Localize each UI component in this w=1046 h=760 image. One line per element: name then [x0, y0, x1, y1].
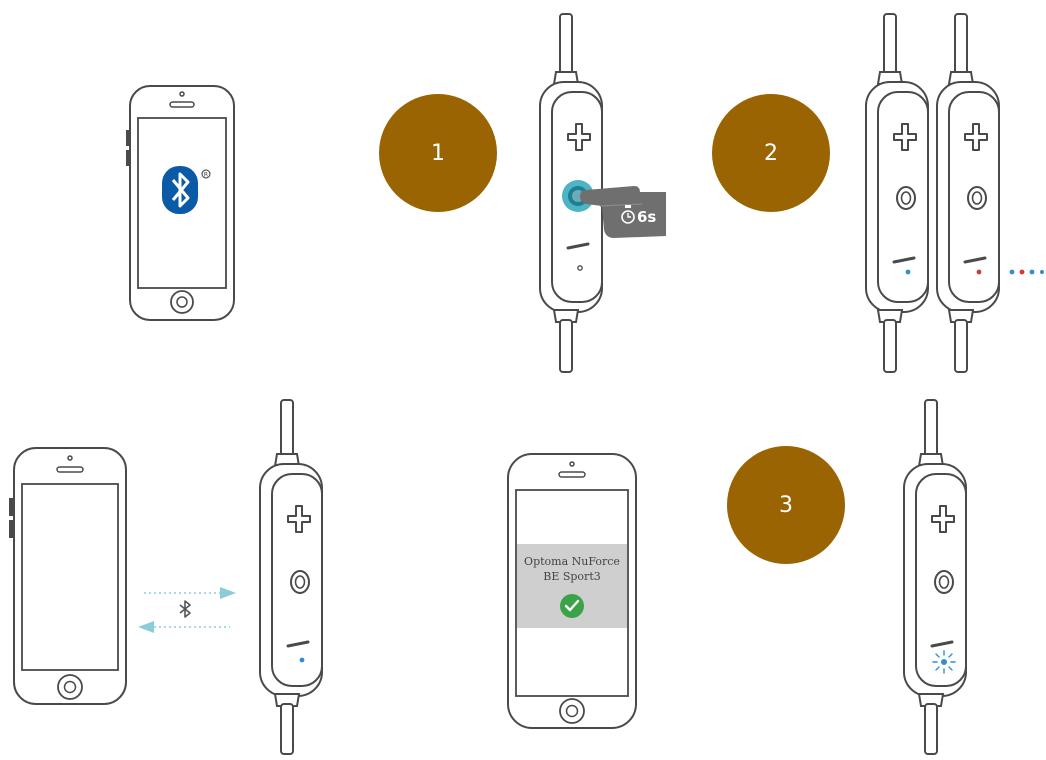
led-red — [976, 269, 982, 275]
led-blue — [905, 269, 911, 275]
remote-connected — [903, 399, 967, 755]
device-name-line2: BE Sport3 — [543, 570, 601, 583]
hold-time-label: 6s — [637, 208, 657, 226]
pairing-arrows — [138, 587, 236, 633]
remotes-led-indicators — [865, 13, 1044, 373]
svg-text:R: R — [204, 172, 208, 179]
phone-paired-device: Optoma NuForce BE Sport3 — [504, 452, 640, 732]
device-name-line1: Optoma NuForce — [524, 555, 620, 568]
remote-press-hold: 6s — [530, 10, 670, 375]
step-3-badge: 3 — [727, 446, 845, 564]
led-flash-icon — [932, 650, 956, 674]
phone-bluetooth-settings: R — [126, 85, 235, 321]
step-1-badge: 1 — [379, 94, 497, 212]
check-icon — [560, 594, 584, 618]
bluetooth-icon — [162, 166, 198, 214]
led-blue — [299, 657, 305, 663]
bluetooth-icon — [179, 600, 191, 618]
step-2-badge: 2 — [712, 94, 830, 212]
phone-blank-screen — [9, 447, 127, 705]
led-flash-sequence — [1009, 269, 1044, 275]
remote-pairing-mode — [259, 399, 323, 755]
